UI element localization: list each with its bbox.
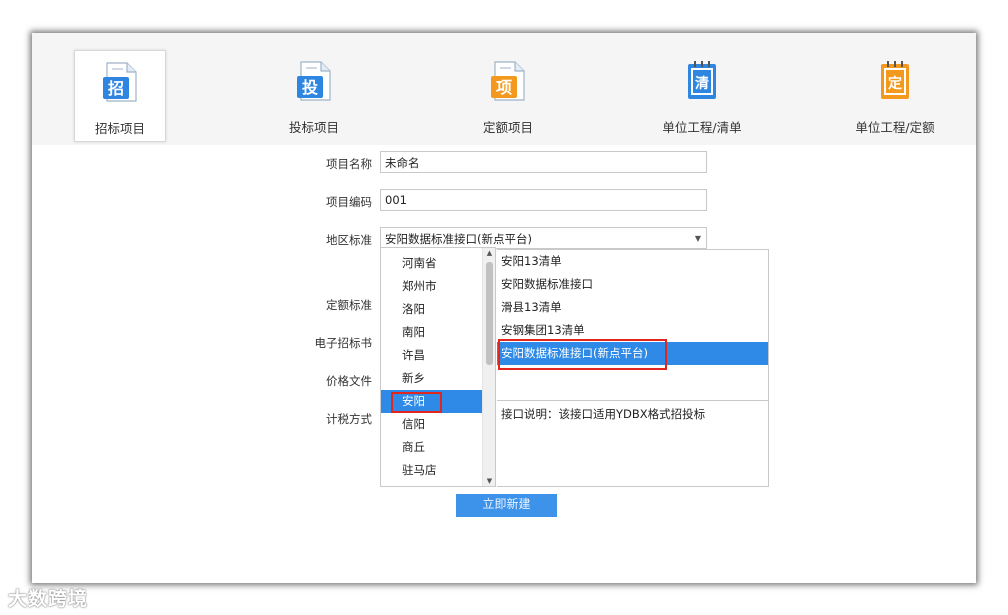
city-item[interactable]: 信阳 [381, 413, 484, 436]
tool-label: 招标项目 [94, 121, 145, 136]
scrollbar-thumb[interactable] [486, 262, 493, 365]
bid-submit-doc-icon: 投 [297, 61, 331, 101]
price-file-label: 价格文件 [326, 374, 372, 388]
tool-glyph: 清 [695, 75, 709, 92]
annotation-highlight-standard [498, 339, 667, 370]
scroll-down-arrow-icon[interactable]: ▼ [483, 477, 496, 485]
standard-item[interactable]: 滑县13清单 [497, 296, 768, 319]
tool-label: 定额项目 [482, 120, 533, 135]
city-list: 河南省 郑州市 洛阳 南阳 许昌 新乡 安阳 信阳 商丘 驻马店 ▲ ▼ [380, 247, 496, 487]
project-name-label: 项目名称 [326, 157, 372, 171]
city-item[interactable]: 许昌 [381, 344, 484, 367]
standard-item[interactable]: 安阳13清单 [497, 250, 768, 273]
project-code-label: 项目编码 [326, 195, 372, 209]
standard-item[interactable]: 安阳数据标准接口 [497, 273, 768, 296]
tool-glyph: 定 [888, 75, 902, 92]
tool-label: 投标项目 [288, 120, 339, 135]
watermark-logo: 大数跨境 [8, 588, 89, 610]
city-item[interactable]: 南阳 [381, 321, 484, 344]
city-item[interactable]: 郑州市 [381, 275, 484, 298]
tool-glyph: 项 [496, 78, 512, 97]
tool-unit-bill[interactable]: 清 单位工程/清单 [656, 50, 748, 142]
city-item[interactable]: 新乡 [381, 367, 484, 390]
chevron-down-icon[interactable]: ▼ [695, 234, 701, 243]
project-code-input[interactable]: 001 [380, 189, 707, 211]
city-list-scrollbar[interactable]: ▲ ▼ [482, 248, 495, 486]
region-standard-label: 地区标准 [326, 233, 372, 247]
create-now-button[interactable]: 立即新建 [456, 494, 557, 517]
annotation-highlight-city [391, 392, 442, 413]
scroll-up-arrow-icon[interactable]: ▲ [483, 249, 496, 257]
tool-unit-quota[interactable]: 定 单位工程/定额 [849, 50, 941, 142]
app-window: 招 招标项目 投 投标项目 项 定额项目 清 单位工程/清单 定 单位工程/定额… [32, 33, 976, 583]
project-type-toolbar: 招 招标项目 投 投标项目 项 定额项目 清 单位工程/清单 定 单位工程/定额 [32, 33, 976, 145]
tool-glyph: 招 [108, 79, 124, 98]
tool-bid-invite-project[interactable]: 招 招标项目 [74, 50, 166, 142]
city-item[interactable]: 驻马店 [381, 459, 484, 482]
tool-label: 单位工程/清单 [662, 120, 742, 135]
bill-notebook-icon: 清 [688, 61, 716, 99]
tool-glyph: 投 [302, 78, 318, 97]
e-bid-document-label: 电子招标书 [314, 336, 373, 350]
bid-invite-doc-icon: 招 [103, 62, 137, 102]
city-item[interactable]: 商丘 [381, 436, 484, 459]
city-item[interactable]: 洛阳 [381, 298, 484, 321]
interface-description: 接口说明：该接口适用YDBX格式招投标 [501, 407, 706, 421]
quota-project-doc-icon: 项 [491, 61, 525, 101]
quota-standard-label: 定额标准 [326, 298, 372, 312]
quota-notebook-icon: 定 [881, 61, 909, 99]
project-name-input[interactable]: 未命名 [380, 151, 707, 173]
tool-bid-submit-project[interactable]: 投 投标项目 [268, 50, 360, 142]
tool-quota-project[interactable]: 项 定额项目 [462, 50, 554, 142]
tax-method-label: 计税方式 [326, 412, 372, 426]
region-standard-value: 安阳数据标准接口(新点平台) [385, 232, 532, 246]
tool-label: 单位工程/定额 [855, 120, 935, 135]
region-standard-select[interactable]: 安阳数据标准接口(新点平台) ▼ [380, 227, 707, 249]
divider [497, 400, 768, 401]
city-item[interactable]: 河南省 [381, 252, 484, 275]
